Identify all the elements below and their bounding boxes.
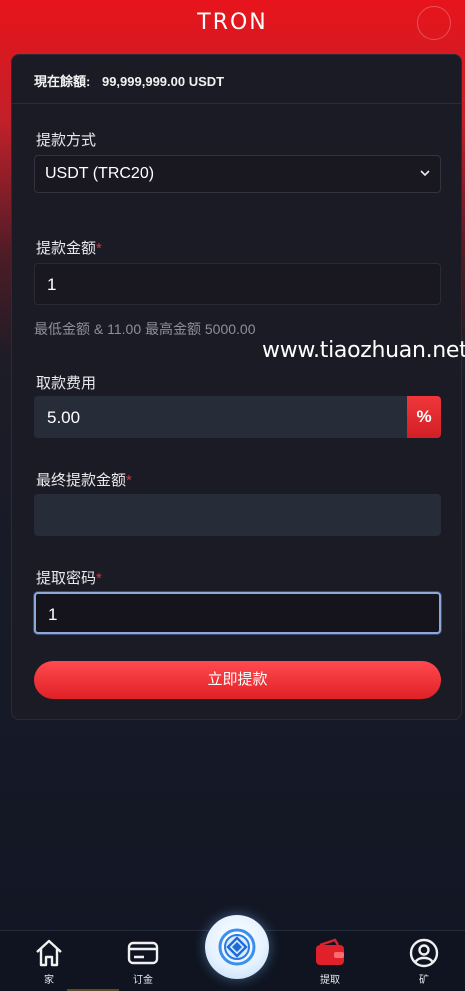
tab-withdraw[interactable]: 提取 <box>300 937 360 986</box>
card-icon <box>127 941 159 965</box>
tab-home-label: 家 <box>44 975 54 986</box>
tab-withdraw-label: 提取 <box>320 975 340 986</box>
top-bar: TRON <box>0 0 465 52</box>
password-input-value: 1 <box>48 605 58 624</box>
fee-label: 取款费用 <box>36 372 96 393</box>
amount-label-text: 提款金额 <box>36 240 97 257</box>
tab-deposit[interactable]: 订金 <box>113 937 173 986</box>
balance-value: 99,999,999.00 USDT <box>101 74 225 89</box>
method-select[interactable]: USDT (TRC20) <box>34 155 441 193</box>
fee-label-text: 取款费用 <box>36 375 97 392</box>
required-mark: * <box>126 472 132 489</box>
home-icon <box>36 939 62 967</box>
password-label: 提取密码* <box>36 567 102 588</box>
withdraw-submit-button[interactable]: 立即提款 <box>34 661 441 699</box>
percent-badge: % <box>407 396 441 438</box>
center-action-button[interactable] <box>205 915 269 979</box>
watermark: www.tiaozhuan.net <box>262 338 465 363</box>
method-label: 提款方式 <box>36 129 96 150</box>
corner-ring-icon[interactable] <box>417 6 451 40</box>
required-mark: * <box>96 570 102 587</box>
logo-text: TRON <box>197 10 268 35</box>
method-select-value: USDT (TRC20) <box>45 165 155 182</box>
user-icon <box>409 938 439 968</box>
amount-input-value: 1 <box>47 275 57 294</box>
amount-hint: 最低金额 & 11.00 最高金额 5000.00 <box>34 321 256 337</box>
amount-label: 提款金额* <box>36 237 102 258</box>
wallet-icon <box>316 938 344 965</box>
balance-row: 現在餘額: 99,999,999.00 USDT <box>12 55 461 104</box>
center-logo-icon <box>218 928 256 966</box>
required-mark: * <box>96 240 102 257</box>
tron-logo: TRON <box>0 10 465 35</box>
password-input[interactable]: 1 <box>34 592 441 634</box>
balance-label: 現在餘額: <box>34 74 91 89</box>
chevron-down-icon <box>420 170 430 177</box>
final-amount-label-text: 最终提款金额 <box>36 472 127 489</box>
tab-mine-label: 矿 <box>419 975 429 986</box>
final-amount-label: 最终提款金额* <box>36 469 132 490</box>
fee-input: 5.00 % <box>34 396 441 438</box>
tab-deposit-label: 订金 <box>133 975 153 986</box>
tab-mine[interactable]: 矿 <box>394 937 454 986</box>
tab-home[interactable]: 家 <box>19 937 79 986</box>
method-label-text: 提款方式 <box>36 132 97 149</box>
withdraw-card: 現在餘額: 99,999,999.00 USDT 提款方式 USDT (TRC2… <box>11 54 462 720</box>
password-label-text: 提取密码 <box>36 570 97 587</box>
fee-input-value: 5.00 <box>47 408 81 427</box>
amount-input[interactable]: 1 <box>34 263 441 305</box>
final-amount-input <box>34 494 441 536</box>
